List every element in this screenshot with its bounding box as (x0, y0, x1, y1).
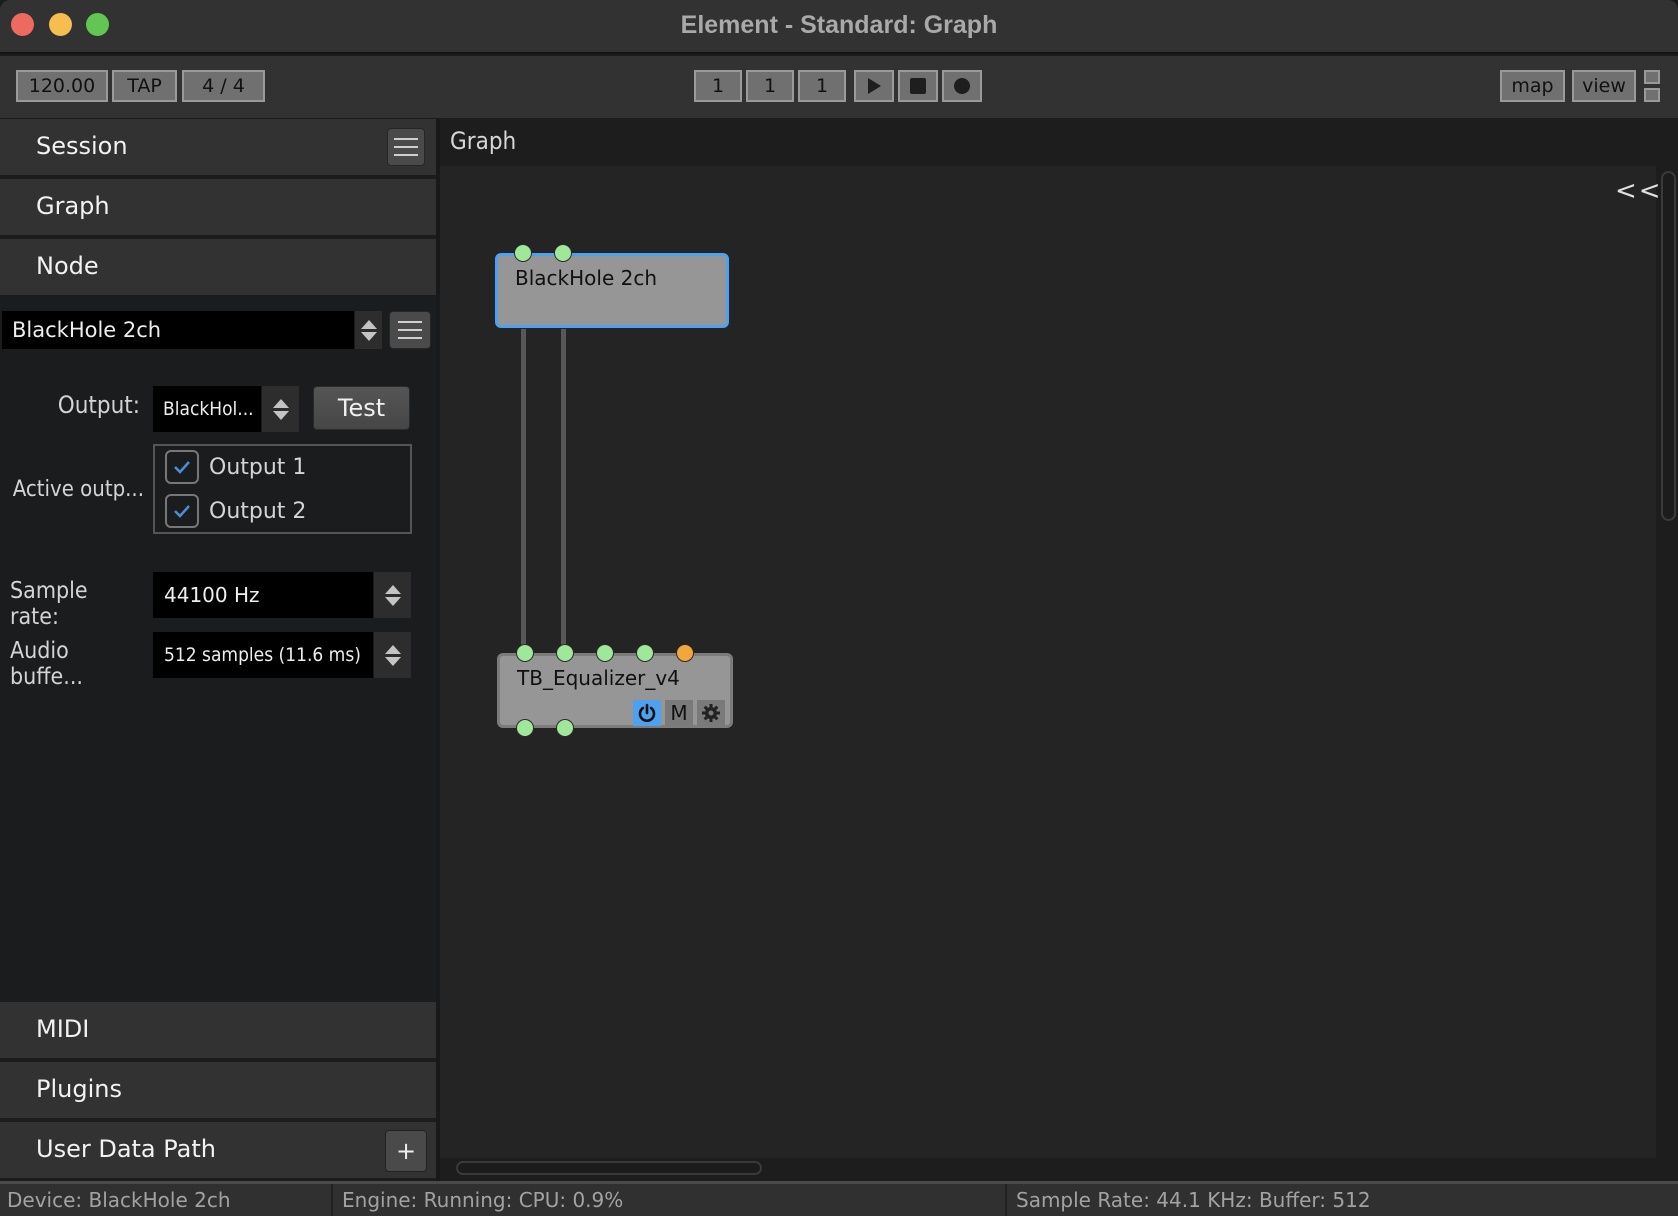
panel-header-label: User Data Path (36, 1135, 216, 1163)
output-1-label: Output 1 (209, 454, 307, 480)
record-icon (954, 78, 970, 94)
output-2-checkbox[interactable] (165, 494, 199, 528)
graph-header: Graph (440, 118, 1678, 166)
active-outputs-list: Output 1 Output 2 (153, 444, 412, 534)
node-name: TB_Equalizer_v4 (517, 666, 680, 690)
node-mute-button[interactable]: M (665, 700, 693, 726)
output-2-label: Output 2 (209, 498, 307, 524)
panel-header-label: MIDI (36, 1015, 90, 1043)
output-1-checkbox-row[interactable]: Output 1 (165, 450, 306, 484)
record-button[interactable] (942, 70, 982, 102)
sample-rate-value: 44100 Hz (164, 583, 260, 607)
graph-view: Graph << BlackHole 2ch TB_Equalizer_v4 M (440, 118, 1678, 1181)
output-device-value: BlackHol... (163, 398, 254, 420)
layout-toggle-top[interactable] (1644, 70, 1660, 84)
tempo-field[interactable]: 120.00 (16, 70, 108, 102)
status-engine: Engine: Running: CPU: 0.9% (342, 1188, 624, 1212)
check-icon (174, 461, 190, 474)
layout-toggle-bottom[interactable] (1644, 88, 1660, 102)
add-user-data-path-button[interactable]: + (385, 1130, 427, 1172)
status-device: Device: BlackHole 2ch (7, 1188, 231, 1212)
transport-toolbar: 120.00 TAP 4 / 4 1 1 1 map view (0, 56, 1678, 118)
panel-header-session[interactable]: Session (0, 119, 436, 175)
node-selector-value: BlackHole 2ch (12, 318, 162, 342)
panel-header-label: Plugins (36, 1075, 122, 1103)
output-device-select[interactable]: BlackHol... (153, 386, 261, 432)
node-power-button[interactable] (633, 700, 661, 726)
play-button[interactable] (854, 70, 894, 102)
panel-header-node[interactable]: Node (0, 239, 436, 295)
node-menu-button[interactable] (389, 311, 431, 349)
panel-header-midi[interactable]: MIDI (0, 1002, 436, 1058)
node-port-audio[interactable] (596, 644, 614, 662)
node-port-audio[interactable] (516, 644, 534, 662)
sample-rate-select[interactable]: 44100 Hz (153, 572, 373, 618)
active-outputs-label: Active outp... (12, 477, 144, 502)
audio-buffer-label: Audio buffe... (10, 638, 83, 690)
output-device-stepper[interactable] (261, 386, 299, 432)
menu-icon (398, 321, 422, 323)
graph-header-title: Graph (450, 127, 517, 155)
audio-buffer-stepper[interactable] (373, 632, 411, 678)
output-label: Output: (57, 391, 140, 419)
test-output-button[interactable]: Test (313, 386, 410, 430)
node-port-audio[interactable] (556, 719, 574, 737)
vertical-scrollbar[interactable] (1661, 171, 1676, 521)
node-selector[interactable]: BlackHole 2ch (2, 311, 354, 349)
connection-wire[interactable] (521, 329, 526, 649)
panel-header-user-data-path[interactable]: User Data Path + (0, 1122, 436, 1178)
stop-icon (910, 78, 926, 94)
stop-button[interactable] (898, 70, 938, 102)
panel-header-label: Node (36, 252, 99, 280)
status-audio: Sample Rate: 44.1 KHz: Buffer: 512 (1016, 1188, 1371, 1212)
bar-position-field[interactable]: 1 (694, 70, 742, 102)
status-divider (1005, 1184, 1007, 1216)
collapse-panel-button[interactable]: << (1615, 176, 1663, 206)
node-selector-stepper[interactable] (354, 311, 382, 349)
tap-tempo-button[interactable]: TAP (112, 70, 177, 102)
play-icon (868, 78, 881, 94)
output-2-checkbox-row[interactable]: Output 2 (165, 494, 306, 528)
node-name: BlackHole 2ch (515, 266, 658, 290)
menu-icon (394, 138, 418, 140)
time-signature-field[interactable]: 4 / 4 (182, 70, 265, 102)
session-menu-button[interactable] (387, 128, 425, 166)
node-port-audio[interactable] (636, 644, 654, 662)
sample-rate-stepper[interactable] (373, 572, 411, 618)
tick-position-field[interactable]: 1 (798, 70, 846, 102)
gear-icon (702, 704, 720, 722)
panel-header-plugins[interactable]: Plugins (0, 1062, 436, 1118)
graph-canvas[interactable]: << BlackHole 2ch TB_Equalizer_v4 M (440, 166, 1661, 1158)
graph-node-blackhole[interactable]: BlackHole 2ch (495, 253, 729, 328)
audio-buffer-value: 512 samples (11.6 ms) (164, 644, 361, 666)
panel-header-graph[interactable]: Graph (0, 179, 436, 235)
panel-header-label: Graph (36, 192, 110, 220)
node-port-audio[interactable] (554, 244, 572, 262)
connection-wire[interactable] (561, 329, 566, 649)
node-port-midi[interactable] (676, 644, 694, 662)
node-port-audio[interactable] (556, 644, 574, 662)
horizontal-scrollbar[interactable] (456, 1161, 762, 1175)
sample-rate-label: Sample rate: (10, 578, 88, 630)
status-divider (331, 1184, 333, 1216)
title-bar: Element - Standard: Graph (0, 0, 1678, 54)
audio-buffer-select[interactable]: 512 samples (11.6 ms) (153, 632, 373, 678)
beat-position-field[interactable]: 1 (746, 70, 794, 102)
node-settings-button[interactable] (697, 700, 725, 726)
map-button[interactable]: map (1500, 70, 1565, 102)
power-icon (638, 703, 656, 722)
view-button[interactable]: view (1572, 70, 1636, 102)
sidebar: Session Graph Node BlackHole 2ch Output:… (0, 118, 436, 1181)
output-1-checkbox[interactable] (165, 450, 199, 484)
check-icon (174, 505, 190, 518)
panel-header-label: Session (36, 132, 128, 160)
window-title: Element - Standard: Graph (680, 11, 998, 39)
graph-node-tb-equalizer[interactable]: TB_Equalizer_v4 M (497, 653, 733, 728)
node-port-audio[interactable] (516, 719, 534, 737)
node-port-audio[interactable] (514, 244, 532, 262)
status-bar: Device: BlackHole 2ch Engine: Running: C… (0, 1181, 1678, 1216)
